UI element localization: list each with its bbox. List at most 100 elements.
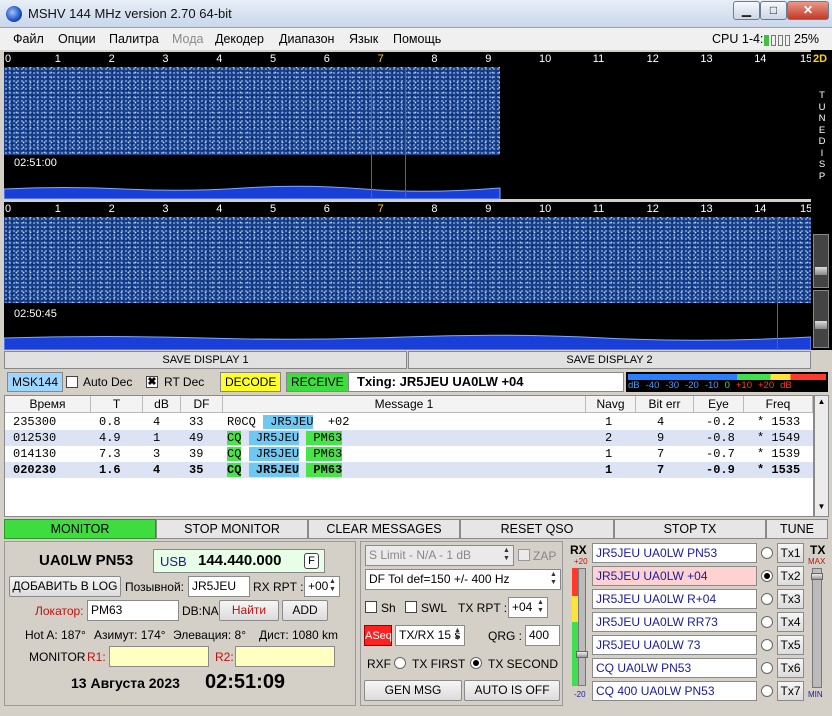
scroll-down-icon[interactable]: ▼ <box>816 502 827 514</box>
sh-checkbox[interactable] <box>365 601 377 613</box>
tx4-button[interactable]: Tx4 <box>777 612 804 632</box>
tx-second-radio[interactable] <box>470 657 482 669</box>
aseq-button[interactable]: ASeq <box>364 625 392 646</box>
save-display-1-button[interactable]: SAVE DISPLAY 1 <box>4 351 407 369</box>
tx-message-7[interactable]: CQ 400 UA0LW PN53 <box>592 681 757 701</box>
tx-select-radio-1[interactable] <box>761 547 773 559</box>
decode-indicator[interactable]: DECODE <box>220 372 282 392</box>
tx-select-radio-2[interactable] <box>761 570 773 582</box>
tx-message-2[interactable]: JR5JEU UA0LW +04 <box>592 566 757 586</box>
qrg-input[interactable]: 400 <box>525 625 560 646</box>
tx-second-label: TX SECOND <box>488 657 559 671</box>
tx-message-3[interactable]: JR5JEU UA0LW R+04 <box>592 589 757 609</box>
table-scrollbar[interactable]: ▲ ▼ <box>814 395 829 517</box>
rx-rpt-spinbox[interactable]: +00 ▲ ▼ <box>304 576 340 597</box>
r1-input[interactable] <box>109 646 209 667</box>
col-eye[interactable]: Eye <box>694 396 744 413</box>
col-db[interactable]: dB <box>143 396 181 413</box>
col-time[interactable]: Время <box>5 396 91 413</box>
tx3-button[interactable]: Tx3 <box>777 589 804 609</box>
add-button[interactable]: ADD <box>282 600 328 621</box>
tx-select-radio-4[interactable] <box>761 616 773 628</box>
table-row[interactable]: 235300 0.8 4 33 1 4 -0.2 * 1533 R0CQ JR5JEU +02 <box>5 414 813 430</box>
tx-select-radio-5[interactable] <box>761 639 773 651</box>
reset-qso-button[interactable]: RESET QSO <box>460 519 614 539</box>
col-message[interactable]: Message 1 <box>223 396 586 413</box>
tx6-button[interactable]: Tx6 <box>777 658 804 678</box>
rt-dec-label: RT Dec <box>164 375 205 389</box>
clear-messages-button[interactable]: CLEAR MESSAGES <box>308 519 460 539</box>
menu-options[interactable]: Опции <box>58 32 96 46</box>
brightness-slider[interactable] <box>813 234 829 288</box>
df-tol-spinbox[interactable]: DF Tol def=150 +/- 400 Hz ▲ ▼ <box>365 569 561 590</box>
save-display-2-button[interactable]: SAVE DISPLAY 2 <box>408 351 811 369</box>
tx-rpt-spinbox[interactable]: +04 ▲ ▼ <box>508 597 548 618</box>
spin-arrows-icon[interactable]: ▲ ▼ <box>452 627 463 644</box>
spin-arrows-icon[interactable]: ▲ ▼ <box>535 599 546 616</box>
menu-file[interactable]: Файл <box>13 32 44 46</box>
mode-2d-toggle[interactable]: 2D <box>813 53 827 65</box>
col-biterr[interactable]: Bit err <box>636 396 694 413</box>
tx-first-radio[interactable] <box>394 657 406 669</box>
ruler-tick-10: 10 <box>539 203 552 215</box>
col-df[interactable]: DF <box>181 396 223 413</box>
f-button[interactable]: F <box>304 553 319 569</box>
tx7-button[interactable]: Tx7 <box>777 681 804 701</box>
tx-select-radio-3[interactable] <box>761 593 773 605</box>
menu-palette[interactable]: Палитра <box>109 32 159 46</box>
table-row[interactable]: 020230 1.6 4 35 1 7 -0.9 * 1535 CQ JR5JEU PM63 <box>5 462 813 478</box>
monitor-button[interactable]: MONITOR <box>4 519 156 539</box>
tx-rx-period-spinbox[interactable]: TX/RX 15 s ▲ ▼ <box>395 625 465 646</box>
menu-band[interactable]: Диапазон <box>279 32 334 46</box>
auto-is-off-button[interactable]: AUTO IS OFF <box>464 680 560 701</box>
close-button[interactable]: ✕ <box>787 1 829 20</box>
tx-message-5[interactable]: JR5JEU UA0LW 73 <box>592 635 757 655</box>
table-row[interactable]: 012530 4.9 1 49 2 9 -0.8 * 1549 CQ JR5JEU PM63 <box>5 430 813 446</box>
stop-tx-button[interactable]: STOP TX <box>614 519 766 539</box>
minimize-button[interactable]: ▁ <box>733 1 760 20</box>
add-to-log-button[interactable]: ДОБАВИТЬ В LOG <box>9 576 121 597</box>
menu-language[interactable]: Язык <box>349 32 378 46</box>
stop-monitor-button[interactable]: STOP MONITOR <box>156 519 308 539</box>
tx-message-4[interactable]: JR5JEU UA0LW RR73 <box>592 612 757 632</box>
spin-arrows-icon[interactable]: ▲ ▼ <box>548 571 559 588</box>
auto-dec-checkbox[interactable] <box>66 376 78 388</box>
locator-input[interactable]: PM63 <box>87 600 179 621</box>
tx-message-1[interactable]: JR5JEU UA0LW PN53 <box>592 543 757 563</box>
r1-label: R1: <box>87 650 106 664</box>
table-row[interactable]: 014130 7.3 3 39 1 7 -0.7 * 1539 CQ JR5JEU PM63 <box>5 446 813 462</box>
scroll-up-icon[interactable]: ▲ <box>816 397 827 409</box>
ruler-tick-7: 7 <box>377 203 384 215</box>
col-navg[interactable]: Navg <box>586 396 636 413</box>
rx-gain-slider[interactable] <box>576 568 588 686</box>
ruler-tick-12: 12 <box>646 203 659 215</box>
rt-dec-checkbox[interactable]: ✖ <box>146 376 158 388</box>
tx5-button[interactable]: Tx5 <box>777 635 804 655</box>
tx2-button[interactable]: Tx2 <box>777 566 804 586</box>
message-token: PM63 <box>306 431 343 445</box>
tune-button[interactable]: TUNE <box>766 519 828 539</box>
tx-power-slider[interactable] <box>811 568 823 688</box>
tx-message-6[interactable]: CQ UA0LW PN53 <box>592 658 757 678</box>
tx-min-scale: MIN <box>808 690 823 699</box>
waterfall-bottom[interactable]: 02:50:45 <box>4 217 811 350</box>
maximize-button[interactable]: □ <box>760 1 787 20</box>
tx-select-radio-6[interactable] <box>761 662 773 674</box>
waterfall-top[interactable]: 02:51:00 <box>4 67 811 199</box>
cell-navg: 2 <box>605 431 613 445</box>
tx-select-radio-7[interactable] <box>761 685 773 697</box>
contrast-slider[interactable] <box>813 290 829 348</box>
menu-decoder[interactable]: Декодер <box>215 32 264 46</box>
r2-input[interactable] <box>235 646 335 667</box>
col-freq[interactable]: Freq <box>744 396 813 413</box>
tx1-button[interactable]: Tx1 <box>777 543 804 563</box>
swl-checkbox[interactable] <box>405 601 417 613</box>
callsign-input[interactable]: JR5JEU <box>188 576 250 597</box>
find-button[interactable]: Найти <box>219 600 279 621</box>
cell-db: 4 <box>153 415 161 429</box>
menu-help[interactable]: Помощь <box>393 32 441 46</box>
gen-msg-button[interactable]: GEN MSG <box>364 680 462 701</box>
spin-arrows-icon[interactable]: ▲ ▼ <box>327 578 338 595</box>
col-t[interactable]: T <box>91 396 143 413</box>
cell-time: 235300 <box>13 415 57 429</box>
